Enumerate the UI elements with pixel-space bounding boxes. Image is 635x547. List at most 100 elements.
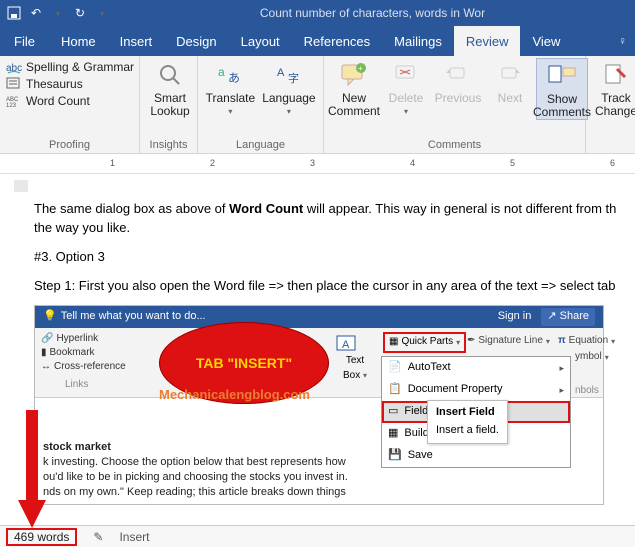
ruler-mark: 4 — [410, 158, 415, 168]
status-proofing-icon[interactable]: ✎ — [93, 530, 103, 544]
ruler-mark: 5 — [510, 158, 515, 168]
language-icon: A字 — [274, 60, 304, 90]
ruler-mark: 1 — [110, 158, 115, 168]
quickparts-icon: ▦ — [389, 335, 398, 350]
lightbulb-icon: 💡 — [43, 309, 57, 325]
red-arrow-annotation — [16, 410, 46, 530]
tab-home[interactable]: Home — [49, 26, 108, 56]
thesaurus-button[interactable]: Thesaurus — [6, 77, 134, 91]
tellme-label[interactable]: Tell me what you want to do... — [61, 309, 206, 325]
doc-paragraph: The same dialog box as above of Word Cou… — [34, 200, 621, 238]
status-insert-mode[interactable]: Insert — [119, 530, 149, 544]
tab-design[interactable]: Design — [164, 26, 228, 56]
tellme-icon[interactable]: ♀ — [618, 26, 635, 56]
save-icon: 💾 — [388, 448, 402, 464]
bookmark-button[interactable]: ▮Bookmark — [41, 346, 126, 360]
ruler-mark: 2 — [210, 158, 215, 168]
symbol-button[interactable]: ymbol▾ — [575, 350, 609, 365]
thesaurus-icon — [6, 77, 22, 91]
crossref-button[interactable]: ↔Cross-reference — [41, 360, 126, 374]
word-count-label: Word Count — [26, 94, 90, 108]
ribbon: abc Spelling & Grammar Thesaurus ABC123 … — [0, 56, 635, 154]
page-edge-marker — [14, 180, 28, 192]
word-count-button[interactable]: ABC123 Word Count — [6, 94, 134, 108]
doc-paragraph: Step 1: First you also open the Word fil… — [34, 277, 621, 296]
group-insights-label: Insights — [144, 139, 193, 153]
previous-icon — [443, 60, 473, 90]
group-language: aあ Translate ▾ A字 Language ▾ Language — [198, 56, 324, 153]
chevron-down-icon: ▾ — [456, 337, 460, 349]
spelling-label: Spelling & Grammar — [26, 60, 134, 74]
svg-text:A: A — [277, 67, 285, 79]
show-comments-button[interactable]: Show Comments — [536, 58, 588, 120]
new-comment-button[interactable]: + New Comment — [328, 58, 380, 118]
svg-text:A: A — [342, 339, 350, 351]
dd-docprop[interactable]: 📋Document Property▸ — [382, 379, 570, 401]
chevron-down-icon: ▾ — [287, 105, 291, 118]
svg-text:字: 字 — [288, 71, 299, 85]
share-button[interactable]: ↗ Share — [541, 308, 595, 326]
group-proofing-label: Proofing — [4, 139, 135, 153]
hyperlink-button[interactable]: 🔗Hyperlink — [41, 332, 126, 346]
thesaurus-label: Thesaurus — [26, 77, 83, 91]
tooltip-body: Insert a field. — [436, 423, 499, 439]
textbox-icon: A — [335, 334, 357, 354]
chevron-down-icon: ▾ — [228, 105, 232, 118]
qat-customize-icon[interactable]: ▾ — [94, 5, 110, 21]
tooltip-title: Insert Field — [436, 405, 499, 421]
spelling-grammar-button[interactable]: abc Spelling & Grammar — [6, 60, 134, 74]
signature-icon: ✒ — [467, 334, 475, 349]
track-changes-button[interactable]: Track Change — [590, 58, 635, 118]
delete-comment-button[interactable]: Delete ▾ — [380, 58, 432, 118]
undo-icon[interactable]: ↶ — [28, 5, 44, 21]
group-insights: Smart Lookup Insights — [140, 56, 198, 153]
tab-mailings[interactable]: Mailings — [382, 26, 454, 56]
language-button[interactable]: A字 Language ▾ — [259, 58, 319, 118]
svg-text:a: a — [218, 65, 225, 79]
field-tooltip: Insert Field Insert a field. — [427, 400, 508, 444]
inner-titlebar: 💡 Tell me what you want to do... Sign in… — [35, 306, 603, 328]
group-language-label: Language — [202, 139, 319, 153]
tab-view[interactable]: View — [520, 26, 572, 56]
svg-text:あ: あ — [228, 71, 240, 85]
field-icon: ▭ — [388, 404, 398, 420]
link-icon: 🔗 — [41, 332, 53, 346]
textbox-button[interactable]: A Text Box ▾ — [335, 334, 375, 383]
track-changes-icon — [601, 60, 631, 90]
tab-review[interactable]: Review — [454, 26, 521, 56]
status-word-count[interactable]: 469 words — [6, 528, 77, 546]
translate-button[interactable]: aあ Translate ▾ — [202, 58, 259, 118]
ruler[interactable]: 1 2 3 4 5 6 — [0, 154, 635, 174]
tab-insert[interactable]: Insert — [108, 26, 165, 56]
file-tab[interactable]: File — [0, 26, 49, 56]
document-area[interactable]: The same dialog box as above of Word Cou… — [0, 174, 635, 505]
undo-dropdown-icon[interactable]: ▾ — [50, 5, 66, 21]
save-icon[interactable] — [6, 5, 22, 21]
watermark-text: Mechanicalengblog.com — [159, 386, 310, 405]
svg-text:+: + — [358, 64, 363, 73]
next-comment-button[interactable]: Next — [484, 58, 536, 105]
signin-link[interactable]: Sign in — [498, 309, 532, 325]
previous-comment-button[interactable]: Previous — [432, 58, 484, 105]
statusbar: 469 words ✎ Insert — [0, 525, 635, 547]
chevron-down-icon: ▾ — [404, 105, 408, 118]
word-count-icon: ABC123 — [6, 94, 22, 108]
group-proofing: abc Spelling & Grammar Thesaurus ABC123 … — [0, 56, 140, 153]
quickparts-button[interactable]: ▦ Quick Parts ▾ — [383, 332, 466, 353]
tab-layout[interactable]: Layout — [229, 26, 292, 56]
redo-icon[interactable]: ↻ — [72, 5, 88, 21]
ruler-mark: 3 — [310, 158, 315, 168]
next-icon — [495, 60, 525, 90]
inner-links-group: 🔗Hyperlink ▮Bookmark ↔Cross-reference Li… — [41, 332, 126, 392]
equation-button[interactable]: πEquation▾ — [558, 334, 615, 349]
tab-references[interactable]: References — [292, 26, 382, 56]
dd-save[interactable]: 💾Save — [382, 445, 570, 467]
translate-icon: aあ — [215, 60, 245, 90]
dd-autotext[interactable]: 📄AutoText▸ — [382, 357, 570, 379]
titlebar: ↶ ▾ ↻ ▾ Count number of characters, word… — [0, 0, 635, 26]
delete-icon — [391, 60, 421, 90]
smart-lookup-button[interactable]: Smart Lookup — [144, 58, 196, 118]
signature-line-button[interactable]: ✒Signature Line▾ — [467, 334, 550, 349]
group-comments: + New Comment Delete ▾ Previous Next Sho… — [324, 56, 586, 153]
spelling-icon: abc — [6, 60, 22, 74]
